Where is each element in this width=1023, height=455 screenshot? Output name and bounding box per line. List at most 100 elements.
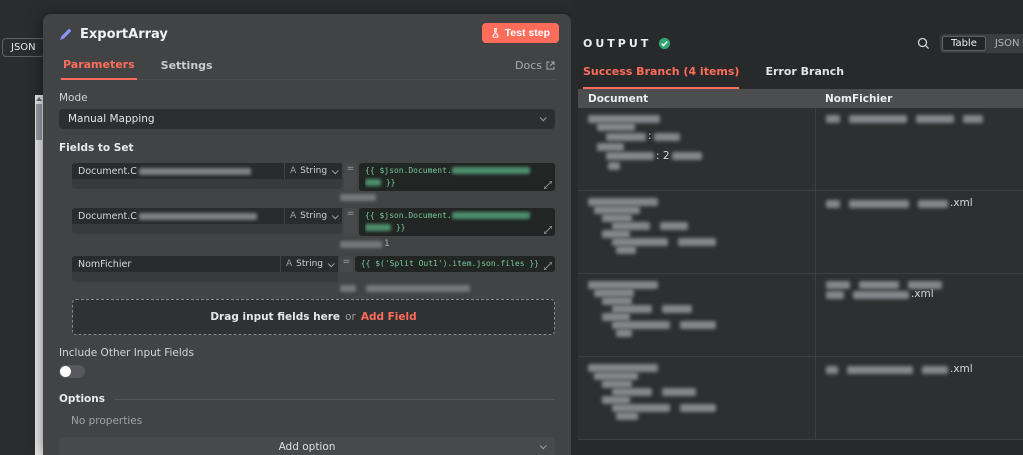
redacted-text — [612, 321, 670, 329]
text-line — [612, 404, 807, 412]
tab-parameters[interactable]: Parameters — [61, 52, 137, 80]
redacted-text — [849, 115, 907, 123]
tab-settings[interactable]: Settings — [159, 53, 215, 79]
or-text: or — [345, 311, 356, 323]
redacted-text — [340, 285, 356, 292]
scrollbar-thumb[interactable] — [36, 104, 42, 140]
column-header-nomfichier[interactable]: NomFichier — [815, 93, 1023, 105]
visible-text: {{ $json.Document. — [365, 166, 452, 175]
field-row: Document.C A String ={{ $json.Document. }} — [72, 163, 555, 201]
field-type-select[interactable]: A String — [280, 256, 338, 272]
field-name-input[interactable]: Document.C — [72, 208, 284, 224]
redacted-text — [340, 240, 382, 248]
redacted-text — [608, 162, 620, 170]
success-check-icon — [658, 37, 671, 50]
string-type-icon: A — [290, 211, 297, 221]
view-mode-table[interactable]: Table — [942, 36, 986, 51]
field-type-select[interactable]: A String — [285, 163, 342, 179]
field-type-select[interactable]: A String — [285, 208, 342, 224]
no-properties-text: No properties — [71, 415, 143, 427]
redacted-text — [138, 167, 251, 175]
redacted-text — [678, 238, 716, 246]
mode-select[interactable]: Manual Mapping — [59, 109, 555, 129]
text-line: {{ $json.Document. — [365, 210, 539, 222]
field-value-expression-input[interactable]: {{ $json.Document. }} — [359, 163, 555, 191]
view-mode-json[interactable]: JSON — [986, 36, 1023, 51]
expand-expression-icon[interactable] — [543, 261, 553, 271]
options-label: Options — [59, 393, 105, 405]
equals-connector: = — [344, 208, 357, 236]
redacted-text — [918, 199, 948, 208]
table-row[interactable]: .xml — [578, 274, 1023, 357]
table-row[interactable]: .xml — [578, 191, 1023, 274]
redacted-text — [616, 246, 636, 254]
drag-fields-dropzone[interactable]: Drag input fields here or Add Field — [72, 299, 555, 335]
external-link-icon — [546, 61, 555, 70]
scroll-up-arrow-icon[interactable] — [36, 97, 42, 101]
text-line — [608, 162, 807, 170]
redacted-text — [365, 179, 381, 186]
redacted-text — [594, 372, 638, 380]
expand-expression-icon[interactable] — [543, 180, 553, 190]
view-mode-switcher: TableJSONSchema — [940, 34, 1023, 53]
add-field-link[interactable]: Add Field — [361, 311, 417, 323]
input-panel-scrollbar[interactable] — [35, 95, 43, 455]
redacted-text — [451, 167, 530, 174]
pencil-icon[interactable] — [59, 28, 72, 41]
document-cell — [578, 191, 815, 273]
visible-text: .xml — [911, 288, 934, 300]
drag-text: Drag input fields here — [210, 311, 341, 323]
redacted-text — [594, 206, 640, 214]
flask-icon — [491, 28, 500, 38]
add-option-label: Add option — [278, 441, 336, 453]
text-line: }} — [365, 222, 539, 234]
test-step-label: Test step — [504, 27, 550, 39]
field-name-input[interactable]: NomFichier — [72, 256, 280, 272]
add-option-select[interactable]: Add option — [59, 437, 555, 455]
docs-link[interactable]: Docs — [515, 59, 555, 79]
visible-text: {{ $('Split Out1').item.json.files }} — [360, 259, 539, 268]
nomfichier-cell: .xml — [815, 274, 1023, 356]
redacted-text — [922, 365, 948, 374]
redacted-text — [451, 212, 530, 219]
column-header-document[interactable]: Document — [578, 93, 815, 105]
dialog-tab-bar: Parameters Settings Docs — [59, 52, 557, 80]
redacted-text — [602, 380, 632, 388]
text-line: .xml — [826, 288, 1015, 301]
branch-tab[interactable]: Success Branch (4 items) — [583, 65, 740, 89]
test-step-button[interactable]: Test step — [481, 23, 559, 43]
redacted-text — [340, 194, 376, 201]
redacted-text — [612, 222, 650, 230]
redacted-text — [826, 281, 850, 289]
table-row[interactable]: .xml — [578, 357, 1023, 440]
equals-connector: = — [344, 163, 357, 191]
text-line — [594, 206, 807, 214]
search-icon[interactable] — [917, 37, 930, 50]
table-row[interactable]: : : 2 — [578, 108, 1023, 191]
field-value-expression-input[interactable]: {{ $json.Document. }} — [359, 208, 555, 236]
expression-result-preview — [340, 285, 555, 292]
text-line — [616, 246, 807, 254]
json-view-tag[interactable]: JSON — [2, 38, 45, 57]
redacted-text — [365, 224, 391, 231]
redacted-text — [916, 115, 954, 123]
field-value-expression-input[interactable]: {{ $('Split Out1').item.json.files }} — [354, 256, 555, 272]
field-row: Document.C A String ={{ $json.Document. }} 1 — [72, 208, 555, 249]
branch-tab[interactable]: Error Branch — [765, 65, 844, 89]
redacted-text — [963, 115, 983, 123]
text-line — [588, 364, 807, 372]
output-header: OUTPUT TableJSONSchema — [583, 34, 1023, 53]
redacted-text — [653, 132, 680, 141]
expand-expression-icon[interactable] — [543, 225, 553, 235]
include-other-fields-toggle[interactable] — [59, 365, 85, 378]
field-name-input[interactable]: Document.C — [72, 163, 284, 179]
include-other-fields-row: Include Other Input Fields — [59, 347, 555, 378]
redacted-text — [662, 305, 692, 313]
node-title[interactable]: ExportArray — [80, 27, 168, 42]
nomfichier-cell: .xml — [815, 191, 1023, 273]
